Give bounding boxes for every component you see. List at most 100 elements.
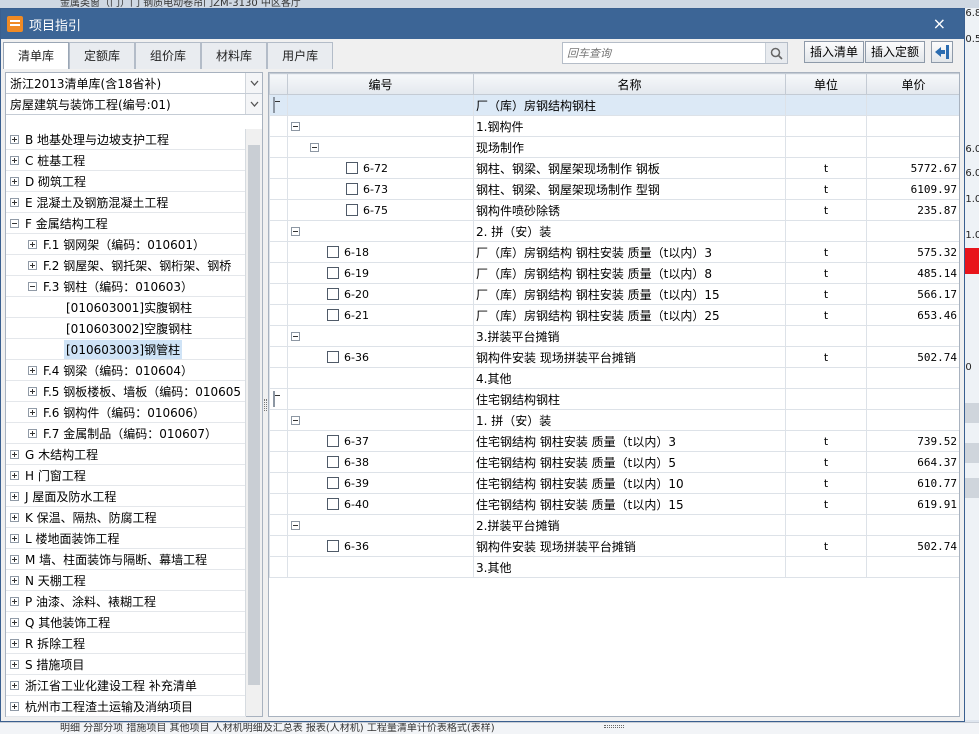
row-checkbox[interactable] [346,183,358,195]
row-checkbox[interactable] [346,204,358,216]
row-checkbox[interactable] [346,162,358,174]
tree-item[interactable]: G 木结构工程 [6,444,246,465]
chevron-down-icon[interactable] [245,73,262,93]
collapse-icon[interactable] [310,142,319,152]
collapse-icon[interactable] [291,415,300,425]
search-button[interactable] [765,43,787,63]
table-row[interactable]: 现场制作 [269,136,959,158]
column-header[interactable]: 编号 [287,73,474,95]
insert-quota-button[interactable]: 插入定额 [865,41,926,63]
table-row[interactable]: 6-38 住宅钢结构 钢柱安装 质量（t以内）5 t 664.37 [269,451,959,473]
collapse-icon[interactable] [28,281,37,291]
row-checkbox[interactable] [327,309,339,321]
tree-item[interactable]: H 门窗工程 [6,465,246,486]
tree-item[interactable]: M 墙、柱面装饰与隔断、幕墙工程 [6,549,246,570]
pane-splitter[interactable] [264,399,267,411]
tree-item[interactable]: D 砌筑工程 [6,171,246,192]
row-checkbox[interactable] [327,267,339,279]
table-row[interactable]: 6-72 钢柱、钢梁、钢屋架现场制作 钢板 t 5772.67 [269,157,959,179]
tree-item[interactable]: [010603001]实腹钢柱 [6,297,246,318]
expand-icon[interactable] [10,533,19,543]
row-checkbox[interactable] [327,288,339,300]
table-row[interactable]: 6-20 厂（库）房钢结构 钢柱安装 质量（t以内）15 t 566.17 [269,283,959,305]
scrollbar-thumb[interactable] [248,145,260,685]
collapse-icon[interactable] [291,331,300,341]
table-row[interactable]: 2.拼装平台摊销 [269,514,959,536]
expand-icon[interactable] [10,617,19,627]
expand-icon[interactable] [28,365,37,375]
table-row[interactable]: 6-39 住宅钢结构 钢柱安装 质量（t以内）10 t 610.77 [269,472,959,494]
table-row[interactable]: 6-75 钢构件喷砂除锈 t 235.87 [269,199,959,221]
tab-4[interactable]: 用户库 [267,42,334,69]
row-checkbox[interactable] [327,477,339,489]
tree-item[interactable]: F.3 钢柱（编码：010603） [6,276,246,297]
tree-item[interactable]: F.1 钢网架（编码：010601） [6,234,246,255]
table-row[interactable]: 6-40 住宅钢结构 钢柱安装 质量（t以内）15 t 619.91 [269,493,959,515]
tree-item[interactable]: F.7 金属制品（编码：010607） [6,423,246,444]
table-row[interactable]: 6-19 厂（库）房钢结构 钢柱安装 质量（t以内）8 t 485.14 [269,262,959,284]
row-checkbox[interactable] [327,456,339,468]
tree-item[interactable]: Q 其他装饰工程 [6,612,246,633]
discipline-select[interactable]: 房屋建筑与装饰工程(编号:01) [6,94,262,115]
tree-item[interactable]: E 混凝土及钢筋混凝土工程 [6,192,246,213]
table-row[interactable]: 厂（库）房钢结构钢柱 [269,94,959,116]
row-checkbox[interactable] [327,435,339,447]
table-row[interactable]: 1.钢构件 [269,115,959,137]
tree-item[interactable]: L 楼地面装饰工程 [6,528,246,549]
expand-icon[interactable] [10,596,19,606]
expand-icon[interactable] [10,155,19,165]
collapse-icon[interactable] [10,218,19,228]
column-header[interactable]: 名称 [473,73,786,95]
table-row[interactable]: 6-18 厂（库）房钢结构 钢柱安装 质量（t以内）3 t 575.32 [269,241,959,263]
table-row[interactable]: 6-73 钢柱、钢梁、钢屋架现场制作 型钢 t 6109.97 [269,178,959,200]
title-bar[interactable]: 项目指引 × [1,9,964,39]
chevron-down-icon[interactable] [245,94,262,114]
column-header[interactable]: 单价 [866,73,959,95]
table-row[interactable]: 1. 拼（安）装 [269,409,959,431]
tree-item[interactable]: C 桩基工程 [6,150,246,171]
expand-icon[interactable] [10,575,19,585]
row-checkbox[interactable] [327,540,339,552]
tab-0[interactable]: 清单库 [3,42,70,69]
expand-icon[interactable] [28,239,37,249]
insert-list-button[interactable]: 插入清单 [804,41,865,63]
collapse-icon[interactable] [291,520,300,530]
expand-icon[interactable] [10,659,19,669]
tab-2[interactable]: 组价库 [135,42,202,69]
table-row[interactable]: 住宅钢结构钢柱 [269,388,959,410]
expand-icon[interactable] [28,260,37,270]
resize-grip[interactable] [604,725,624,728]
tab-3[interactable]: 材料库 [201,42,268,69]
expand-icon[interactable] [10,176,19,186]
collapse-icon[interactable] [273,97,275,113]
row-checkbox[interactable] [327,246,339,258]
table-row[interactable]: 3.其他 [269,556,959,578]
column-header[interactable]: 单位 [785,73,867,95]
tree-item[interactable]: F.4 钢梁（编码：010604） [6,360,246,381]
expand-icon[interactable] [28,407,37,417]
table-row[interactable]: 6-21 厂（库）房钢结构 钢柱安装 质量（t以内）25 t 653.46 [269,304,959,326]
close-button[interactable]: × [933,14,946,34]
tree-item[interactable]: P 油漆、涂料、裱糊工程 [6,591,246,612]
tree-item[interactable]: 浙江省工业化建设工程 补充清单 [6,675,246,696]
expand-icon[interactable] [28,386,37,396]
tab-1[interactable]: 定额库 [69,42,136,69]
expand-icon[interactable] [10,134,19,144]
tree-item[interactable]: K 保温、隔热、防腐工程 [6,507,246,528]
table-row[interactable]: 6-36 钢构件安装 现场拼装平台摊销 t 502.74 [269,535,959,557]
table-row[interactable]: 6-36 钢构件安装 现场拼装平台摊销 t 502.74 [269,346,959,368]
collapse-icon[interactable] [291,121,300,131]
tree-item[interactable]: F.6 钢构件（编码：010606） [6,402,246,423]
expand-icon[interactable] [10,449,19,459]
expand-icon[interactable] [10,470,19,480]
tree-item[interactable]: 杭州市工程渣土运输及消纳项目 [6,696,246,717]
expand-icon[interactable] [28,428,37,438]
tree-item[interactable]: B 地基处理与边坡支护工程 [6,129,246,150]
exit-pane-button[interactable] [931,41,953,63]
expand-icon[interactable] [10,197,19,207]
expand-icon[interactable] [10,680,19,690]
collapse-icon[interactable] [291,226,300,236]
expand-icon[interactable] [10,491,19,501]
expand-icon[interactable] [10,512,19,522]
tree-item[interactable]: F.2 钢屋架、钢托架、钢桁架、钢桥 [6,255,246,276]
